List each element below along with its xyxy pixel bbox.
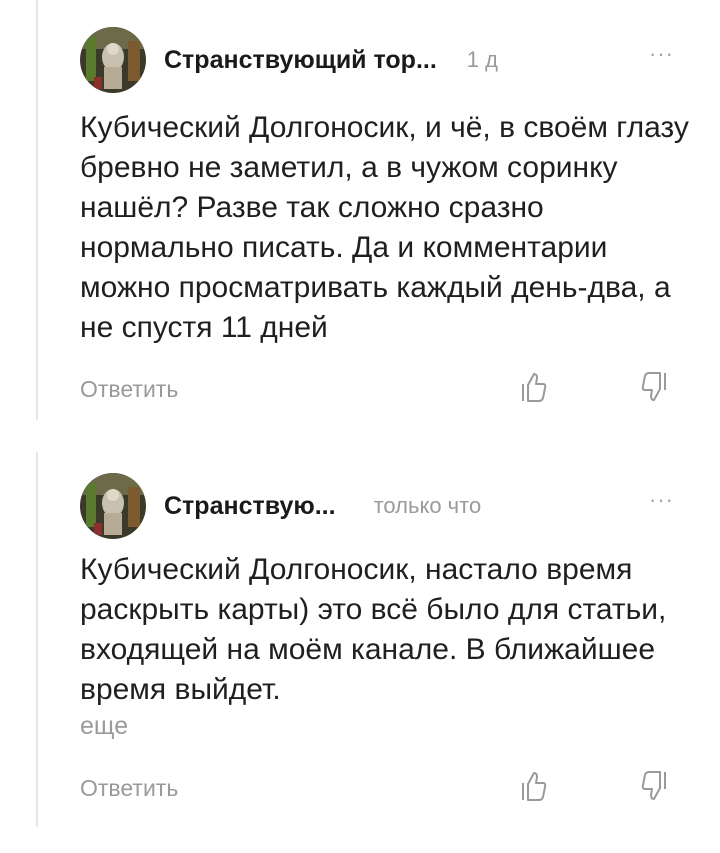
reply-button[interactable]: Ответить: [80, 376, 178, 403]
thumbs-up-icon[interactable]: [520, 370, 548, 404]
thread-line: [36, 0, 38, 420]
comment-header: Странствующий тор... 1 д ···: [80, 24, 680, 96]
thread-line: [36, 452, 38, 827]
comment-text: Кубический Долгоносик, настало время рас…: [80, 553, 667, 706]
thumbs-up-icon[interactable]: [520, 769, 548, 803]
avatar[interactable]: [80, 473, 146, 539]
more-horizontal-icon[interactable]: ···: [649, 43, 674, 71]
comment: Странствую... только что ··· Кубический …: [80, 470, 680, 809]
comment-actions: Ответить: [80, 370, 680, 410]
thumbs-down-icon[interactable]: [640, 370, 668, 404]
comment-text: Кубический Долгоносик, и чё, в своём гла…: [80, 111, 689, 344]
author-name[interactable]: Странствующий тор...: [164, 46, 437, 75]
author-name[interactable]: Странствую...: [164, 492, 336, 521]
more-horizontal-icon[interactable]: ···: [649, 489, 674, 517]
comment-header: Странствую... только что ···: [80, 470, 680, 542]
comment-actions: Ответить: [80, 769, 680, 809]
comment: Странствующий тор... 1 д ··· Кубический …: [80, 24, 689, 410]
timestamp: только что: [373, 493, 482, 518]
timestamp: 1 д: [466, 47, 498, 72]
thumbs-down-icon[interactable]: [640, 769, 668, 803]
expand-link[interactable]: еще: [80, 712, 680, 741]
avatar[interactable]: [80, 27, 146, 93]
reply-button[interactable]: Ответить: [80, 775, 178, 802]
